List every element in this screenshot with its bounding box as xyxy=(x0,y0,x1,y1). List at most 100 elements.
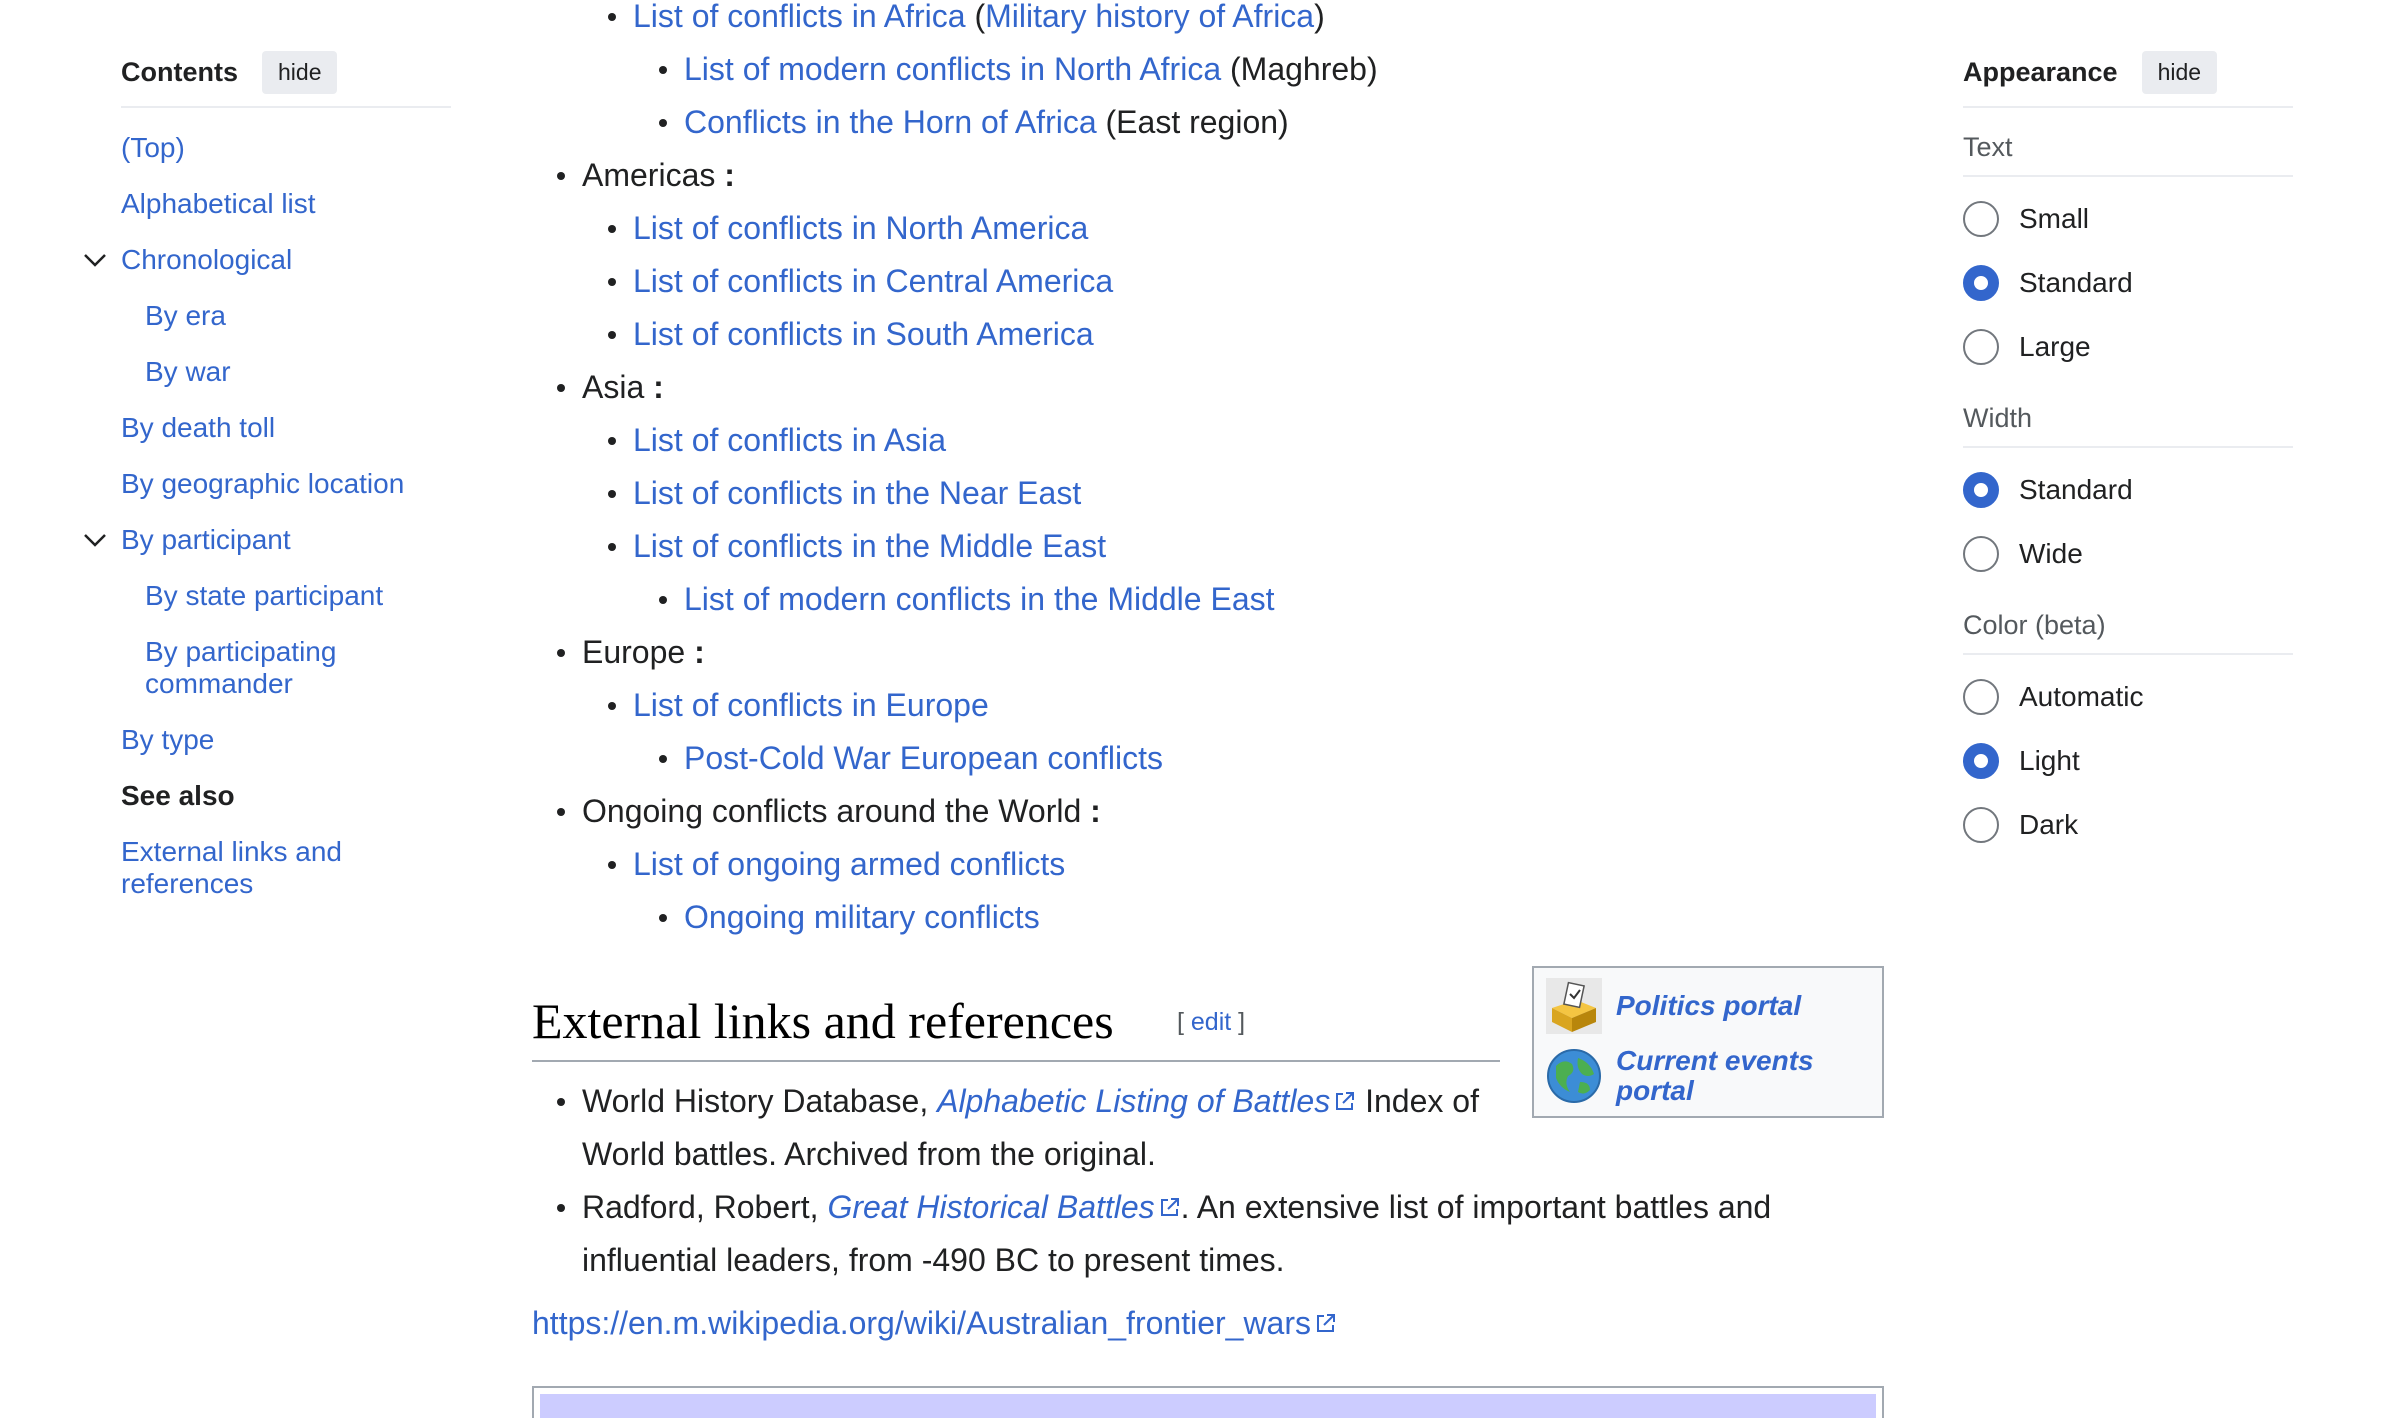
link-ongoing-military[interactable]: Ongoing military conflicts xyxy=(684,899,1040,935)
link-post-cold-war[interactable]: Post-Cold War European conflicts xyxy=(684,740,1163,776)
link-ongoing-armed[interactable]: List of ongoing armed conflicts xyxy=(633,846,1065,882)
list-item: Conflicts in the Horn of Africa (East re… xyxy=(532,96,1882,149)
link-great-historical-battles[interactable]: Great Historical Battles xyxy=(827,1189,1154,1225)
list-item: Europe : xyxy=(532,626,1882,679)
text-size-options: Small Standard Large xyxy=(1963,177,2293,379)
toc-hide-button[interactable]: hide xyxy=(262,50,338,94)
note-maghreb: (Maghreb) xyxy=(1230,51,1378,87)
appearance-panel: Appearance hide Text Small Standard Larg… xyxy=(1963,48,2293,857)
toc-item-chronological[interactable]: Chronological xyxy=(84,232,451,288)
radio-color-light[interactable]: Light xyxy=(1963,729,2293,793)
radio-button[interactable] xyxy=(1963,807,1999,843)
navbox xyxy=(532,1386,1884,1418)
section-heading: External links and references xyxy=(532,993,1114,1049)
wiki-url-line: https://en.m.wikipedia.org/wiki/Australi… xyxy=(532,1305,1337,1342)
list-item: Asia : xyxy=(532,361,1882,414)
external-link-icon xyxy=(1160,1198,1179,1216)
list-item: Americas : xyxy=(532,149,1882,202)
radio-button[interactable] xyxy=(1963,743,1999,779)
link-north-africa[interactable]: List of modern conflicts in North Africa xyxy=(684,51,1221,87)
appearance-header: Appearance hide xyxy=(1963,48,2293,108)
toc-header: Contents hide xyxy=(121,48,451,108)
note-east-region: (East region) xyxy=(1105,104,1289,140)
link-modern-middle-east[interactable]: List of modern conflicts in the Middle E… xyxy=(684,581,1275,617)
radio-text-large[interactable]: Large xyxy=(1963,315,2293,379)
radio-color-dark[interactable]: Dark xyxy=(1963,793,2293,857)
toc-item-by-type[interactable]: By type xyxy=(121,712,451,768)
radio-color-automatic[interactable]: Automatic xyxy=(1963,665,2293,729)
list-item: List of conflicts in Asia xyxy=(532,414,1882,467)
toc-item-by-geographic-location[interactable]: By geographic location xyxy=(121,456,451,512)
toc-item-by-war[interactable]: By war xyxy=(121,344,451,400)
appearance-hide-button[interactable]: hide xyxy=(2141,50,2218,94)
reference-item: Radford, Robert, Great Historical Battle… xyxy=(532,1181,1882,1287)
radio-button[interactable] xyxy=(1963,536,1999,572)
list-item: List of conflicts in the Middle East xyxy=(532,520,1882,573)
toc-item-by-state-participant[interactable]: By state participant xyxy=(121,568,451,624)
link-south-america[interactable]: List of conflicts in South America xyxy=(633,316,1094,352)
link-conflicts-africa[interactable]: List of conflicts in Africa xyxy=(633,0,966,34)
portal-politics-label[interactable]: Politics portal xyxy=(1616,991,1846,1021)
external-link-icon xyxy=(1317,1314,1335,1332)
radio-width-wide[interactable]: Wide xyxy=(1963,522,2293,586)
ballot-box-icon xyxy=(1546,978,1602,1034)
radio-width-standard[interactable]: Standard xyxy=(1963,458,2293,522)
toc-item-external-links[interactable]: External links and references xyxy=(121,824,451,912)
list-item: List of conflicts in North America xyxy=(532,202,1882,255)
region-list: List of conflicts in Africa (Military hi… xyxy=(532,0,1882,944)
link-central-america[interactable]: List of conflicts in Central America xyxy=(633,263,1113,299)
link-australian-frontier-wars[interactable]: https://en.m.wikipedia.org/wiki/Australi… xyxy=(532,1305,1311,1341)
text-size-title: Text xyxy=(1963,108,2293,177)
region-ongoing: Ongoing conflicts around the World xyxy=(582,793,1082,829)
radio-button[interactable] xyxy=(1963,329,1999,365)
radio-text-small[interactable]: Small xyxy=(1963,187,2293,251)
list-item: List of conflicts in Central America xyxy=(532,255,1882,308)
list-item: List of conflicts in Europe xyxy=(532,679,1882,732)
list-item: Ongoing conflicts around the World : xyxy=(532,785,1882,838)
width-options: Standard Wide xyxy=(1963,448,2293,586)
toc-item-top[interactable]: (Top) xyxy=(121,120,451,176)
radio-button[interactable] xyxy=(1963,472,1999,508)
link-middle-east[interactable]: List of conflicts in the Middle East xyxy=(633,528,1106,564)
list-item: Ongoing military conflicts xyxy=(532,891,1882,944)
toc-list: (Top) Alphabetical list Chronological By… xyxy=(84,120,451,912)
list-item: List of ongoing armed conflicts xyxy=(532,838,1882,891)
link-horn-africa[interactable]: Conflicts in the Horn of Africa xyxy=(684,104,1097,140)
toc-item-by-participating-commander[interactable]: By participating commander xyxy=(121,624,451,712)
section-header: External links and references [ edit ] xyxy=(532,970,1500,1062)
radio-button[interactable] xyxy=(1963,201,1999,237)
toc-item-by-era[interactable]: By era xyxy=(121,288,451,344)
region-asia: Asia xyxy=(582,369,645,405)
link-asia[interactable]: List of conflicts in Asia xyxy=(633,422,946,458)
list-item: List of conflicts in South America xyxy=(532,308,1882,361)
table-of-contents: Contents hide (Top) Alphabetical list Ch… xyxy=(84,48,451,912)
chevron-down-icon[interactable] xyxy=(81,246,109,274)
link-north-america[interactable]: List of conflicts in North America xyxy=(633,210,1088,246)
radio-button[interactable] xyxy=(1963,265,1999,301)
link-near-east[interactable]: List of conflicts in the Near East xyxy=(633,475,1081,511)
color-title: Color (beta) xyxy=(1963,586,2293,655)
link-europe[interactable]: List of conflicts in Europe xyxy=(633,687,989,723)
toc-item-by-participant[interactable]: By participant xyxy=(84,512,451,568)
toc-title: Contents xyxy=(121,56,238,87)
edit-link[interactable]: edit xyxy=(1191,1008,1231,1036)
reference-item: World History Database, Alphabetic Listi… xyxy=(532,1075,1542,1181)
portal-politics[interactable]: Politics portal xyxy=(1546,978,1846,1034)
toc-item-by-death-toll[interactable]: By death toll xyxy=(121,400,451,456)
region-europe: Europe xyxy=(582,634,686,670)
main-content: List of conflicts in Africa (Military hi… xyxy=(532,0,1882,944)
radio-button[interactable] xyxy=(1963,679,1999,715)
link-alphabetic-listing[interactable]: Alphabetic Listing of Battles xyxy=(937,1083,1330,1119)
appearance-title: Appearance xyxy=(1963,56,2118,87)
list-item: List of modern conflicts in North Africa… xyxy=(532,43,1882,96)
width-title: Width xyxy=(1963,379,2293,448)
link-military-history-africa[interactable]: Military history of Africa xyxy=(985,0,1314,34)
toc-item-alphabetical-list[interactable]: Alphabetical list xyxy=(121,176,451,232)
list-item: List of modern conflicts in the Middle E… xyxy=(532,573,1882,626)
color-options: Automatic Light Dark xyxy=(1963,655,2293,857)
toc-item-see-also[interactable]: See also xyxy=(121,768,451,824)
external-link-icon xyxy=(1336,1092,1355,1110)
chevron-down-icon[interactable] xyxy=(81,526,109,554)
radio-text-standard[interactable]: Standard xyxy=(1963,251,2293,315)
region-americas: Americas xyxy=(582,157,716,193)
